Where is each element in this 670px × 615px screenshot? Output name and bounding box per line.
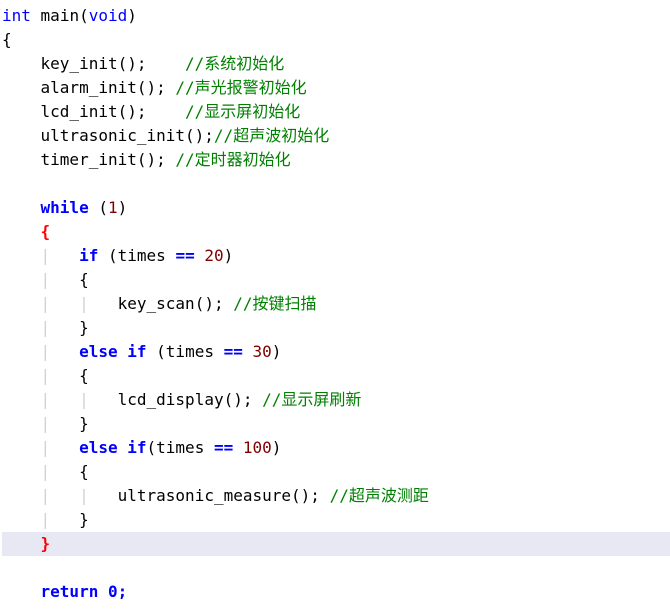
call-ultrasonic-init: ultrasonic_init(); [41, 126, 214, 145]
comment: //显示屏刷新 [262, 390, 361, 409]
var-times: times [166, 342, 214, 361]
brace-open: { [79, 366, 89, 385]
brace-while-open: { [41, 222, 51, 241]
var-times: times [156, 438, 204, 457]
call-ultrasonic-measure: ultrasonic_measure(); [118, 486, 320, 505]
kw-if: if [127, 438, 146, 457]
return-stmt: return 0; [41, 582, 128, 601]
highlighted-line: } [2, 532, 670, 556]
code-block: int main(void) { key_init(); //系统初始化 ala… [0, 0, 670, 604]
call-key-init: key_init(); [41, 54, 147, 73]
comment: //显示屏初始化 [185, 102, 300, 121]
comment: //声光报警初始化 [175, 78, 306, 97]
call-lcd-init: lcd_init(); [41, 102, 147, 121]
brace-close: } [79, 318, 89, 337]
kw-if: if [79, 246, 98, 265]
fn-main: main [41, 6, 80, 25]
comment: //系统初始化 [185, 54, 284, 73]
type-void: void [89, 6, 128, 25]
kw-else: else [79, 438, 118, 457]
brace-close: } [79, 414, 89, 433]
call-key-scan: key_scan(); [118, 294, 224, 313]
var-times: times [118, 246, 166, 265]
kw-if: if [127, 342, 146, 361]
line-signature: int main(void) [2, 6, 137, 25]
comment: //超声波测距 [330, 486, 429, 505]
brace-close: } [79, 510, 89, 529]
comment: //超声波初始化 [214, 126, 329, 145]
brace-while-close: } [41, 534, 51, 553]
call-alarm-init: alarm_init(); [41, 78, 166, 97]
while-cond: 1 [108, 198, 118, 217]
literal: 100 [243, 438, 272, 457]
kw-else: else [79, 342, 118, 361]
kw-while: while [41, 198, 89, 217]
brace-open: { [79, 462, 89, 481]
comment: //定时器初始化 [175, 150, 290, 169]
call-timer-init: timer_init(); [41, 150, 166, 169]
literal: 30 [253, 342, 272, 361]
literal: 20 [204, 246, 223, 265]
type-int: int [2, 6, 31, 25]
brace-open: { [79, 270, 89, 289]
call-lcd-display: lcd_display(); [118, 390, 253, 409]
brace-fn-open: { [2, 30, 12, 49]
comment: //按键扫描 [233, 294, 316, 313]
